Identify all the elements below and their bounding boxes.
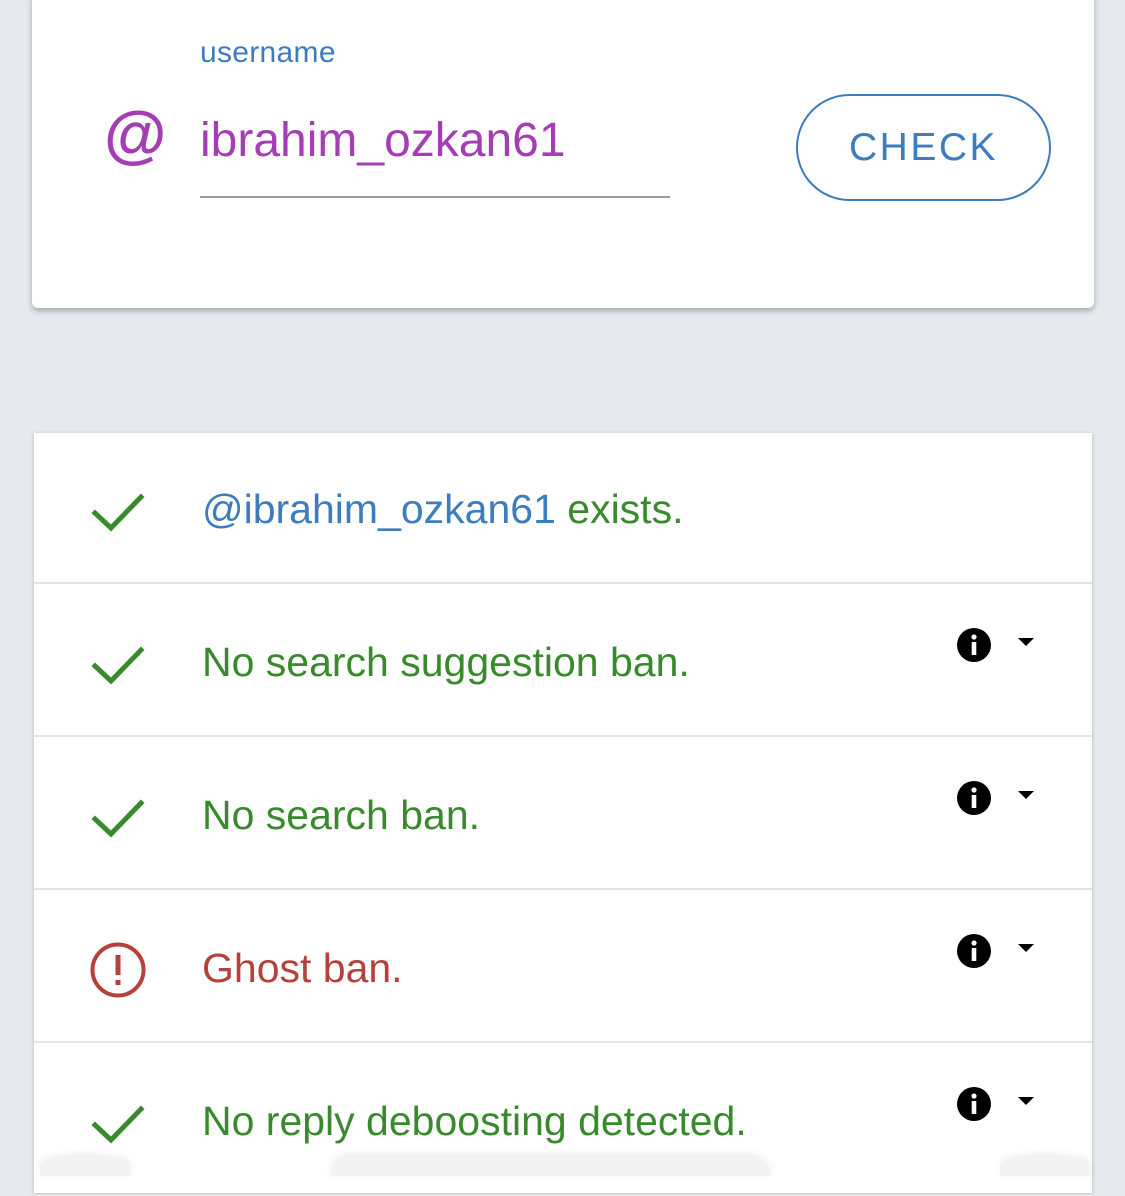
at-sign-icon: @ xyxy=(104,98,167,170)
check-icon xyxy=(91,799,145,838)
chevron-down-icon[interactable] xyxy=(1016,789,1036,801)
check-icon xyxy=(91,646,145,685)
info-icon[interactable] xyxy=(956,1086,992,1122)
result-message: Ghost ban. xyxy=(202,945,403,991)
result-row-search-suggestion-ban: No search suggestion ban. xyxy=(34,586,1092,737)
result-row-reply-deboosting: No reply deboosting detected. xyxy=(34,1045,1092,1196)
result-message: No search ban. xyxy=(202,792,481,838)
username-handle: @ibrahim_ozkan61 xyxy=(202,486,556,532)
result-row-search-ban: No search ban. xyxy=(34,739,1092,890)
chevron-down-icon[interactable] xyxy=(1016,942,1036,954)
chevron-down-icon[interactable] xyxy=(1016,1095,1036,1107)
result-row-exists: @ibrahim_ozkan61 exists. xyxy=(34,433,1092,584)
chevron-down-icon[interactable] xyxy=(1016,636,1036,648)
info-icon[interactable] xyxy=(956,933,992,969)
info-icon[interactable] xyxy=(956,627,992,663)
result-row-ghost-ban: Ghost ban. xyxy=(34,892,1092,1043)
username-input[interactable] xyxy=(200,102,670,198)
result-text: @ibrahim_ozkan61 exists. xyxy=(202,483,683,535)
check-button[interactable]: CHECK xyxy=(796,94,1051,201)
username-field-label: username xyxy=(200,36,336,69)
result-message: exists. xyxy=(555,486,684,532)
check-icon xyxy=(91,1105,145,1144)
result-message: No search suggestion ban. xyxy=(202,639,690,685)
result-message: No reply deboosting detected. xyxy=(202,1098,747,1144)
username-search-card: username @ CHECK xyxy=(32,0,1094,308)
info-icon[interactable] xyxy=(956,780,992,816)
alert-circle-icon xyxy=(90,942,146,998)
results-card: @ibrahim_ozkan61 exists. No search sugge… xyxy=(34,433,1092,1196)
check-icon xyxy=(91,493,145,532)
